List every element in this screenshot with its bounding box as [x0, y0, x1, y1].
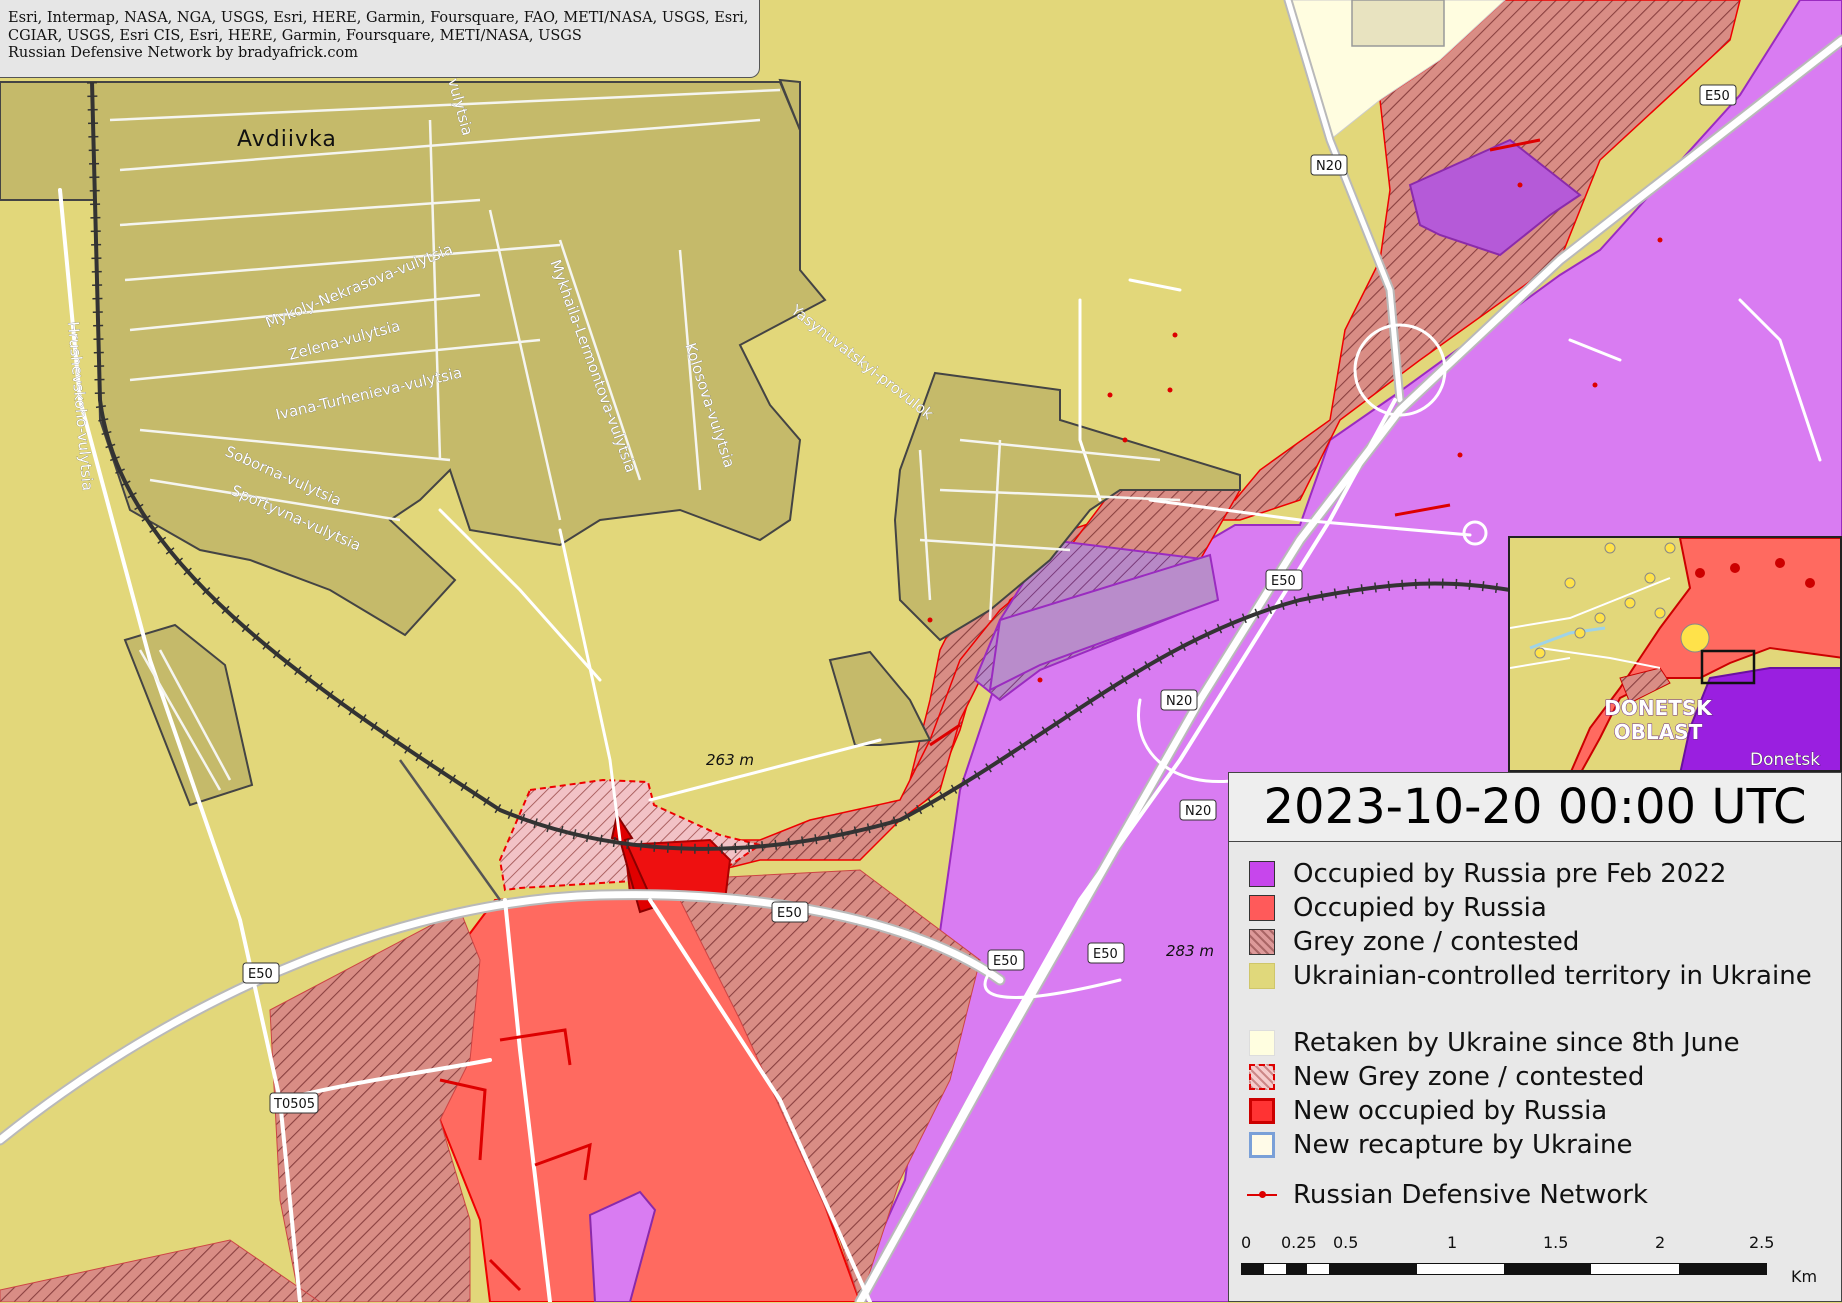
swatch-hatch	[1249, 929, 1275, 955]
svg-text:E50: E50	[1705, 89, 1730, 104]
scale-tick: 1	[1447, 1233, 1458, 1252]
defense-point-9	[1037, 677, 1043, 683]
inset-city: Donetsk	[1750, 750, 1820, 770]
swatch-cream	[1249, 1030, 1275, 1056]
shield-e50-north: E50	[1699, 84, 1737, 106]
legend-label: Occupied by Russia pre Feb 2022	[1293, 859, 1727, 889]
attribution-line: Esri, Intermap, NASA, NGA, USGS, Esri, H…	[8, 10, 749, 26]
legend-item-new-occupied: New occupied by Russia	[1249, 1094, 1839, 1128]
elevation-263: 263 m	[706, 751, 754, 769]
legend-label: Russian Defensive Network	[1293, 1180, 1648, 1210]
defense-point-5	[1517, 182, 1523, 188]
defense-point-1	[1107, 392, 1113, 398]
svg-text:E50: E50	[1271, 574, 1296, 589]
legend-label: New recapture by Ukraine	[1293, 1130, 1633, 1160]
defense-point-10	[927, 617, 933, 623]
swatch-yellow	[1249, 963, 1275, 989]
legend-datetime: 2023-10-20 00:00 UTC	[1229, 773, 1841, 842]
svg-text:N20: N20	[1316, 159, 1342, 174]
defense-point-7	[1457, 452, 1463, 458]
swatch-purple	[1249, 861, 1275, 887]
svg-text:E50: E50	[993, 954, 1018, 969]
shield-e50-west: E50	[242, 962, 280, 984]
svg-text:N20: N20	[1185, 804, 1211, 819]
inset-oblast-line1: DONETSK	[1604, 696, 1713, 720]
legend-panel: 2023-10-20 00:00 UTC Occupied by Russia …	[1228, 772, 1842, 1302]
attribution-box: Esri, Intermap, NASA, NGA, USGS, Esri, H…	[0, 0, 760, 78]
scale-unit: Km	[1791, 1267, 1818, 1286]
legend-items: Occupied by Russia pre Feb 2022 Occupied…	[1247, 857, 1839, 1212]
attribution-line: Russian Defensive Network by bradyafrick…	[8, 45, 358, 61]
defense-point-6	[1592, 382, 1598, 388]
shield-n20-mid: N20	[1160, 689, 1198, 711]
legend-label: New occupied by Russia	[1293, 1096, 1608, 1126]
swatch-new-blue	[1249, 1132, 1275, 1158]
scale-tick: 2.5	[1749, 1233, 1775, 1252]
swatch-new-grey	[1249, 1064, 1275, 1090]
scale-tick: 1.5	[1543, 1233, 1569, 1252]
scale-tick: 0	[1241, 1233, 1252, 1252]
svg-text:E50: E50	[248, 967, 273, 982]
scale-tick: 2	[1655, 1233, 1666, 1252]
legend-item-retaken: Retaken by Ukraine since 8th June	[1249, 1026, 1839, 1060]
legend-label: Grey zone / contested	[1293, 927, 1580, 957]
shield-n20-north: N20	[1310, 154, 1348, 176]
svg-text:E50: E50	[1093, 947, 1118, 962]
defense-point-8	[1657, 237, 1663, 243]
legend-label: Retaken by Ukraine since 8th June	[1293, 1028, 1740, 1058]
swatch-defense-line	[1247, 1182, 1277, 1208]
legend-item-ukraine: Ukrainian-controlled territory in Ukrain…	[1249, 959, 1839, 993]
elevation-283: 283 m	[1166, 942, 1214, 960]
retaken-building	[1351, 0, 1445, 47]
town-label: Avdiivka	[237, 127, 337, 152]
inset-map: DONETSK OBLAST Donetsk	[1508, 536, 1842, 772]
shield-e50-east-2: E50	[1087, 942, 1125, 964]
swatch-red	[1249, 895, 1275, 921]
legend-label: Ukrainian-controlled territory in Ukrain…	[1293, 961, 1812, 991]
svg-text:T0505: T0505	[273, 1097, 315, 1112]
legend-item-pre2022: Occupied by Russia pre Feb 2022	[1249, 857, 1839, 891]
scale-tick: 0.25	[1281, 1233, 1317, 1252]
inset-oblast-line2: OBLAST	[1614, 720, 1703, 744]
legend-label: New Grey zone / contested	[1293, 1062, 1645, 1092]
defense-point-2	[1167, 387, 1173, 393]
attribution-line: CGIAR, USGS, Esri CIS, Esri, HERE, Garmi…	[8, 27, 582, 44]
svg-text:N20: N20	[1166, 694, 1192, 709]
legend-item-occupied: Occupied by Russia	[1249, 891, 1839, 925]
legend-item-grey-zone: Grey zone / contested	[1249, 925, 1839, 959]
shield-t0505: T0505	[269, 1092, 319, 1114]
scale-bar: 0 0.25 0.5 1 1.5 2 2.5 Km	[1241, 1233, 1831, 1303]
scale-tick: 0.5	[1333, 1233, 1359, 1252]
defense-point-3	[1172, 332, 1178, 338]
shield-e50-mid: E50	[1265, 569, 1303, 591]
svg-text:E50: E50	[777, 906, 802, 921]
scale-bar-segments	[1241, 1263, 1767, 1275]
legend-item-defense: Russian Defensive Network	[1247, 1178, 1839, 1212]
legend-item-new-grey: New Grey zone / contested	[1249, 1060, 1839, 1094]
legend-item-new-recapture: New recapture by Ukraine	[1249, 1128, 1839, 1162]
legend-label: Occupied by Russia	[1293, 893, 1547, 923]
shield-e50-east: E50	[987, 949, 1025, 971]
swatch-new-red	[1249, 1098, 1275, 1124]
shield-e50-center: E50	[771, 901, 809, 923]
shield-n20-south: N20	[1179, 799, 1217, 821]
defense-point-4	[1122, 437, 1128, 443]
